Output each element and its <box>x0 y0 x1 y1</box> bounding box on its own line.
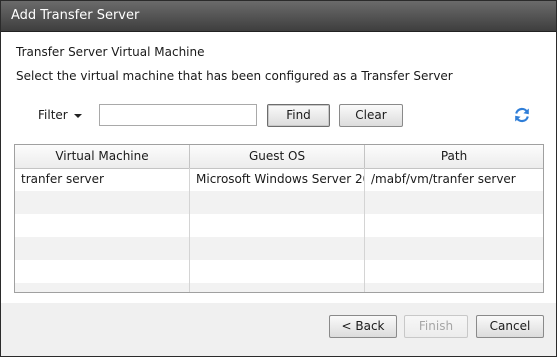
cell-guest-os: Microsoft Windows Server 20 <box>190 168 365 191</box>
title-bar: Add Transfer Server <box>1 1 556 32</box>
cell-virtual-machine: tranfer server <box>15 168 190 191</box>
refresh-icon[interactable] <box>513 106 531 124</box>
add-transfer-server-dialog: Add Transfer Server Transfer Server Virt… <box>0 0 557 357</box>
table-row[interactable]: tranfer server Microsoft Windows Server … <box>15 168 543 191</box>
dialog-body: Transfer Server Virtual Machine Select t… <box>1 32 556 303</box>
back-button[interactable]: < Back <box>329 315 397 338</box>
filter-input[interactable] <box>99 104 257 126</box>
column-header-guest-os[interactable]: Guest OS <box>190 145 365 168</box>
empty-cell <box>190 191 365 214</box>
empty-cell <box>190 283 365 292</box>
column-header-virtual-machine[interactable]: Virtual Machine <box>15 145 190 168</box>
empty-cell <box>15 237 190 260</box>
window-title: Add Transfer Server <box>11 8 140 23</box>
empty-cell <box>190 214 365 237</box>
filter-label: Filter <box>38 108 68 122</box>
empty-cell <box>15 283 190 292</box>
dialog-footer <box>1 303 556 356</box>
chevron-down-icon <box>73 113 82 118</box>
column-header-path[interactable]: Path <box>365 145 543 168</box>
table-row-empty <box>15 191 543 214</box>
cancel-button[interactable]: Cancel <box>476 315 544 338</box>
table-row-empty <box>15 260 543 283</box>
vm-table: Virtual Machine Guest OS Path tranfer se… <box>14 144 544 293</box>
empty-cell <box>15 214 190 237</box>
page-description: Select the virtual machine that has been… <box>16 69 453 83</box>
empty-cell <box>190 260 365 283</box>
empty-cell <box>190 237 365 260</box>
table-row-empty <box>15 214 543 237</box>
table-row-empty <box>15 237 543 260</box>
filter-dropdown[interactable]: Filter <box>38 108 82 122</box>
page-heading: Transfer Server Virtual Machine <box>16 45 205 59</box>
table-row-empty <box>15 283 543 292</box>
table-header: Virtual Machine Guest OS Path <box>15 145 543 169</box>
cell-path: /mabf/vm/tranfer server <box>371 172 516 186</box>
empty-cell <box>15 260 190 283</box>
finish-button[interactable]: Finish <box>404 315 468 338</box>
empty-cell <box>15 191 190 214</box>
find-button[interactable]: Find <box>267 104 330 127</box>
clear-button[interactable]: Clear <box>339 104 403 127</box>
